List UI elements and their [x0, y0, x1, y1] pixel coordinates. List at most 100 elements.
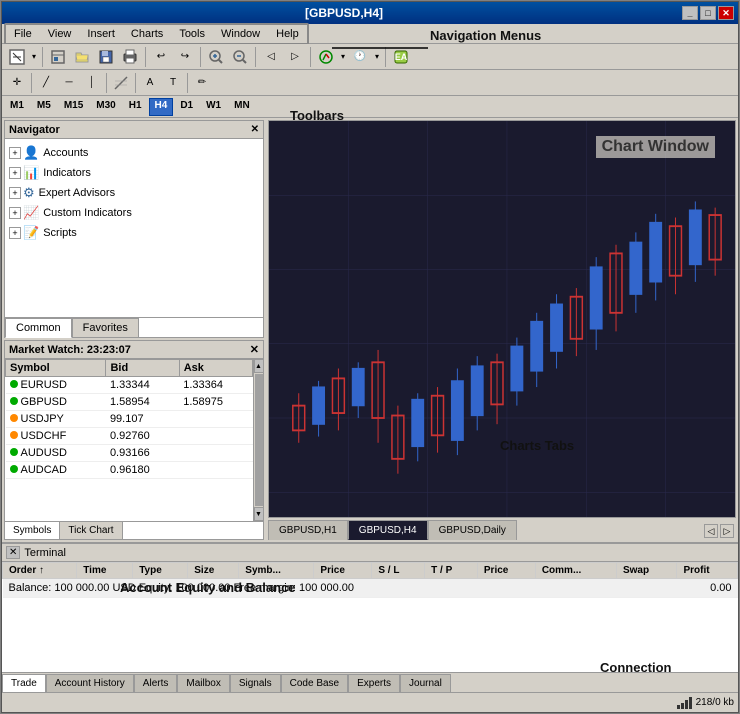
- scroll-down[interactable]: ▼: [254, 507, 264, 521]
- expand-indicators[interactable]: +: [9, 167, 21, 179]
- vline-btn[interactable]: │: [81, 72, 103, 94]
- menu-file[interactable]: File: [6, 25, 40, 43]
- period-mn[interactable]: MN: [228, 98, 256, 116]
- chart-scroll-right[interactable]: ▷: [284, 46, 306, 68]
- bottom-tab-experts[interactable]: Experts: [348, 674, 400, 692]
- new-chart-btn[interactable]: [6, 46, 28, 68]
- expand-scripts[interactable]: +: [9, 227, 21, 239]
- main-content: Navigator ✕ + 👤 Accounts + 📊 Indicators: [2, 118, 738, 542]
- market-watch-row[interactable]: USDCHF 0.92760: [6, 428, 253, 445]
- expand-custom[interactable]: +: [9, 207, 21, 219]
- time-btn[interactable]: 🕐: [349, 46, 371, 68]
- bottom-tab-alerts[interactable]: Alerts: [134, 674, 178, 692]
- expand-experts[interactable]: +: [9, 187, 21, 199]
- chart-scroll-left[interactable]: ◁: [260, 46, 282, 68]
- chart-prev-btn[interactable]: ◁: [704, 524, 718, 538]
- mw-symbol: USDJPY: [6, 411, 106, 428]
- nav-experts[interactable]: + ⚙ Expert Advisors: [9, 183, 259, 203]
- menu-help[interactable]: Help: [268, 25, 307, 43]
- time-dropdown[interactable]: ▾: [373, 46, 381, 68]
- line-btn[interactable]: ╱: [35, 72, 57, 94]
- bottom-tab-account-history[interactable]: Account History: [46, 674, 134, 692]
- market-watch-row[interactable]: USDJPY 99.107: [6, 411, 253, 428]
- label-btn[interactable]: T: [162, 72, 184, 94]
- maximize-button[interactable]: □: [700, 6, 716, 20]
- market-watch-row[interactable]: GBPUSD 1.58954 1.58975: [6, 394, 253, 411]
- undo-btn[interactable]: ↩: [150, 46, 172, 68]
- chart-tab-h4[interactable]: GBPUSD,H4: [348, 520, 428, 540]
- indicator-dropdown[interactable]: ▾: [339, 46, 347, 68]
- status-bar: 218/0 kb: [2, 692, 738, 712]
- nav-accounts[interactable]: + 👤 Accounts: [9, 143, 259, 163]
- market-watch-scrollbar[interactable]: ▲ ▼: [253, 359, 263, 521]
- menu-bar: File View Insert Charts Tools Window Hel…: [2, 24, 738, 44]
- market-watch-panel: Market Watch: 23:23:07 ✕ Symbol Bid Ask: [4, 340, 264, 540]
- bottom-tab-code-base[interactable]: Code Base: [281, 674, 348, 692]
- zoom-in-btn[interactable]: [205, 46, 227, 68]
- symbol-dot: [10, 465, 18, 473]
- hline-btn[interactable]: ─: [58, 72, 80, 94]
- nav-custom-indicators[interactable]: + 📈 Custom Indicators: [9, 203, 259, 223]
- expert-btn[interactable]: EA: [390, 46, 412, 68]
- mw-tab-tick-chart[interactable]: Tick Chart: [60, 522, 122, 539]
- zoom-out-btn[interactable]: [229, 46, 251, 68]
- market-watch-row[interactable]: EURUSD 1.33344 1.33364: [6, 377, 253, 394]
- th-order: Order ↑: [3, 563, 77, 579]
- period-m1[interactable]: M1: [4, 98, 30, 116]
- period-m15[interactable]: M15: [58, 98, 89, 116]
- open-btn[interactable]: [71, 46, 93, 68]
- menu-view[interactable]: View: [40, 25, 80, 43]
- market-watch-row[interactable]: AUDUSD 0.93166: [6, 445, 253, 462]
- market-watch-close-btn[interactable]: ✕: [250, 343, 259, 356]
- chart-window[interactable]: Chart Window: [268, 120, 736, 518]
- chart-tab-h1[interactable]: GBPUSD,H1: [268, 520, 348, 540]
- chart-next-btn[interactable]: ▷: [720, 524, 734, 538]
- market-watch-row[interactable]: AUDCAD 0.96180: [6, 462, 253, 479]
- nav-scripts-label: Scripts: [43, 227, 77, 239]
- scroll-up[interactable]: ▲: [254, 359, 264, 373]
- bar4: [689, 697, 692, 709]
- print-btn[interactable]: [119, 46, 141, 68]
- indicator-btn[interactable]: [315, 46, 337, 68]
- bottom-tab-signals[interactable]: Signals: [230, 674, 281, 692]
- period-h4[interactable]: H4: [149, 98, 174, 116]
- menu-insert[interactable]: Insert: [79, 25, 123, 43]
- period-m5[interactable]: M5: [31, 98, 57, 116]
- expand-accounts[interactable]: +: [9, 147, 21, 159]
- menu-charts[interactable]: Charts: [123, 25, 171, 43]
- bottom-tab-trade[interactable]: Trade: [2, 674, 46, 692]
- new-chart-dropdown[interactable]: ▾: [30, 46, 38, 68]
- nav-tab-favorites[interactable]: Favorites: [72, 318, 139, 337]
- save-btn[interactable]: [95, 46, 117, 68]
- navigator-close-btn[interactable]: ✕: [251, 124, 259, 135]
- nav-tab-common[interactable]: Common: [5, 318, 72, 338]
- chart-tab-daily[interactable]: GBPUSD,Daily: [428, 520, 517, 540]
- text-btn[interactable]: A: [139, 72, 161, 94]
- sep8: [106, 73, 107, 93]
- mw-tab-symbols[interactable]: Symbols: [5, 522, 60, 539]
- period-m30[interactable]: M30: [90, 98, 121, 116]
- mw-bid: 1.33344: [106, 377, 179, 394]
- sep10: [187, 73, 188, 93]
- fib-btn[interactable]: [110, 72, 132, 94]
- crosshair-btn[interactable]: ✛: [6, 72, 28, 94]
- th-type: Type: [133, 563, 188, 579]
- nav-scripts[interactable]: + 📝 Scripts: [9, 223, 259, 243]
- period-h1[interactable]: H1: [123, 98, 148, 116]
- close-button[interactable]: ✕: [718, 6, 734, 20]
- candlestick-chart: [269, 121, 735, 517]
- period-d1[interactable]: D1: [174, 98, 199, 116]
- bottom-tab-mailbox[interactable]: Mailbox: [177, 674, 229, 692]
- redo-btn[interactable]: ↪: [174, 46, 196, 68]
- period-w1[interactable]: W1: [200, 98, 227, 116]
- profiles-btn[interactable]: [47, 46, 69, 68]
- bottom-tab-journal[interactable]: Journal: [400, 674, 451, 692]
- terminal-close-btn[interactable]: ✕: [6, 546, 20, 559]
- menu-tools[interactable]: Tools: [171, 25, 213, 43]
- toolbar-row-2: ✛ ╱ ─ │ A T ✏: [2, 70, 738, 96]
- menu-window[interactable]: Window: [213, 25, 268, 43]
- nav-indicators[interactable]: + 📊 Indicators: [9, 163, 259, 183]
- minimize-button[interactable]: _: [682, 6, 698, 20]
- draw-btn[interactable]: ✏: [191, 72, 213, 94]
- scroll-thumb[interactable]: [255, 374, 263, 506]
